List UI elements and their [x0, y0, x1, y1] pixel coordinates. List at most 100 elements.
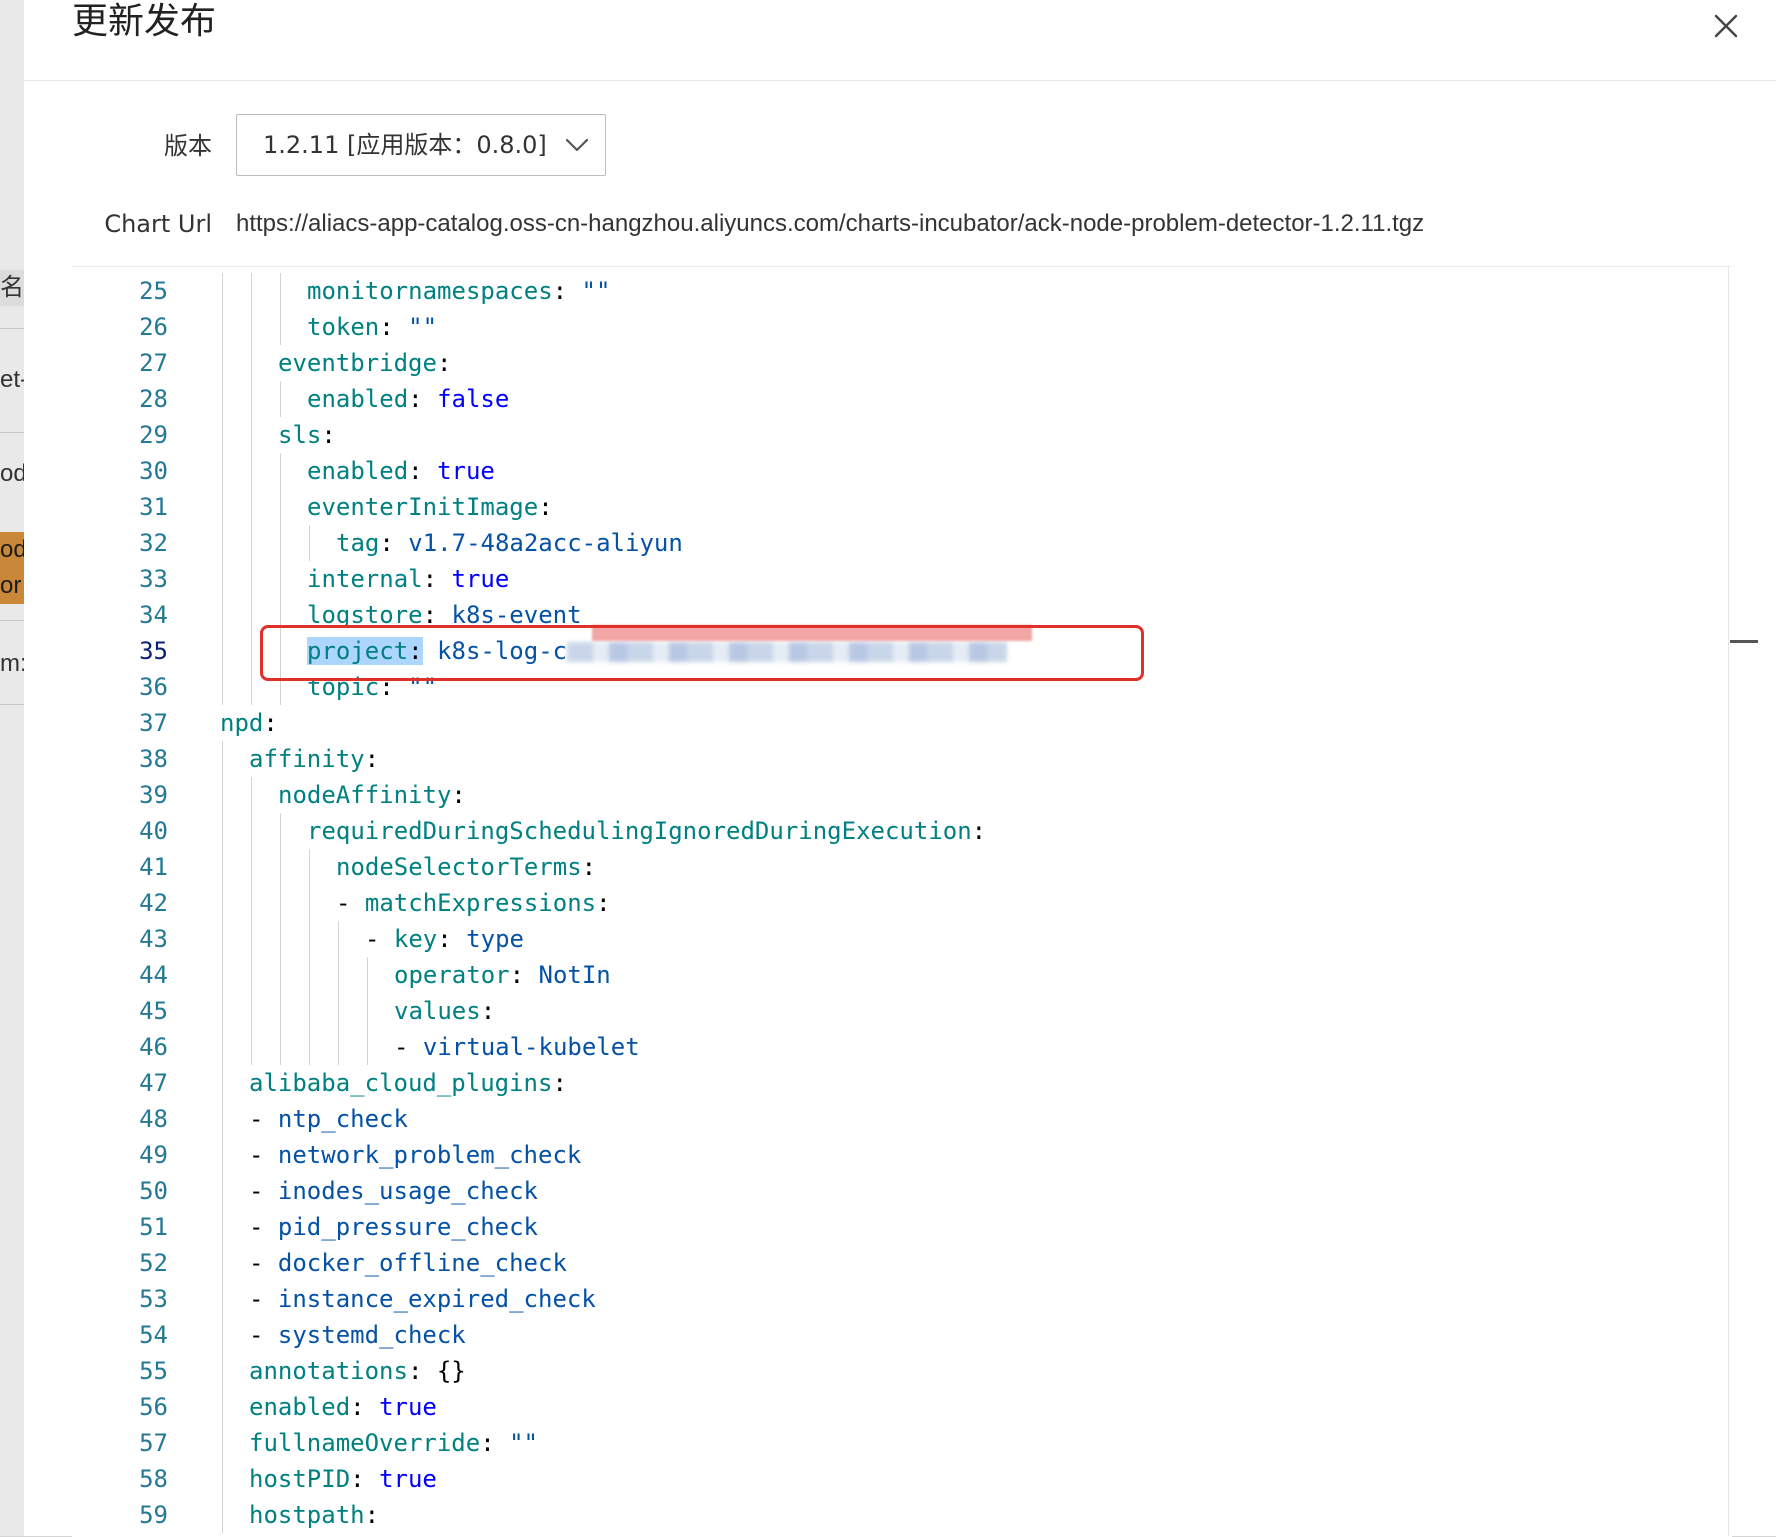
yaml-colon: : — [350, 1465, 365, 1493]
drawer-title: 更新发布 — [72, 1, 217, 42]
line-number: 27 — [139, 349, 168, 377]
indent-guide — [251, 417, 252, 453]
indent-guide — [251, 273, 252, 309]
code-line: - docker_offline_check — [249, 1245, 567, 1281]
line-number: 25 — [139, 277, 168, 305]
indent-guide — [251, 381, 252, 417]
yaml-value: true — [437, 457, 495, 485]
indent-guide — [222, 777, 223, 813]
yaml-key: nodeSelectorTerms — [336, 853, 582, 881]
code-line: alibaba_cloud_plugins: — [249, 1065, 567, 1101]
indent-guide — [367, 1029, 368, 1065]
yaml-colon: : — [379, 529, 394, 557]
code-line: values: — [394, 993, 495, 1029]
indent-guide — [251, 777, 252, 813]
code-area[interactable]: monitornamespaces: "" token: "" eventbridg… — [220, 267, 1720, 1537]
indent-guide — [309, 957, 310, 993]
yaml-key: matchExpressions — [364, 889, 597, 917]
indent-guide — [367, 957, 368, 993]
yaml-code-editor[interactable]: 25 26 27 28 29 30 31 32 33 34 35 36 37 38 39 40 41 42 43 44… — [72, 266, 1732, 1537]
close-button[interactable] — [1706, 6, 1746, 46]
yaml-key: tag — [336, 529, 380, 557]
line-number: 57 — [139, 1429, 168, 1457]
yaml-space — [524, 961, 538, 989]
line-number: 52 — [139, 1249, 168, 1277]
line-number: 53 — [139, 1285, 168, 1313]
yaml-space — [452, 925, 466, 953]
line-number: 26 — [139, 313, 168, 341]
code-line: - network_problem_check — [249, 1137, 581, 1173]
yaml-value: false — [437, 385, 510, 413]
code-line: - inodes_usage_check — [249, 1173, 538, 1209]
indent-guide — [251, 1029, 252, 1065]
yaml-value: true — [379, 1393, 437, 1421]
indent-guide — [222, 1173, 223, 1209]
version-select-value: 1.2.11 [应用版本：0.8.0] — [263, 131, 547, 159]
indent-guide — [280, 309, 281, 345]
yaml-value: "" — [408, 313, 438, 341]
version-label: 版本 — [164, 132, 212, 160]
code-line: eventbridge: — [278, 345, 451, 381]
indent-guide — [367, 993, 368, 1029]
yaml-colon: : — [263, 709, 278, 737]
code-line: annotations: {} — [249, 1353, 466, 1389]
indent-guide — [222, 525, 223, 561]
line-number: 30 — [139, 457, 168, 485]
code-line: - virtual-kubelet — [394, 1029, 640, 1065]
indent-guide — [222, 1353, 223, 1389]
yaml-value: inodes_usage_check — [277, 1177, 538, 1205]
line-number: 29 — [139, 421, 168, 449]
indent-guide — [251, 309, 252, 345]
indent-guide — [222, 633, 223, 669]
yaml-colon: : — [509, 961, 525, 989]
line-number: 43 — [139, 925, 168, 953]
indent-guide — [222, 1389, 223, 1425]
yaml-value: instance_expired_check — [277, 1285, 596, 1313]
line-number: 58 — [139, 1465, 168, 1493]
indent-guide — [309, 1029, 310, 1065]
drawer-header: 更新发布 — [24, 0, 1776, 81]
indent-guide — [222, 1137, 223, 1173]
line-number: 41 — [139, 853, 168, 881]
indent-guide — [280, 381, 281, 417]
indent-guide — [280, 993, 281, 1029]
indent-guide — [222, 849, 223, 885]
indent-guide — [280, 885, 281, 921]
yaml-key: npd — [220, 709, 264, 737]
indent-guide — [338, 957, 339, 993]
line-number: 36 — [139, 673, 168, 701]
yaml-dash: - — [249, 1105, 278, 1133]
indent-guide — [222, 273, 223, 309]
yaml-dash: - — [249, 1213, 278, 1241]
code-line: - key: type — [365, 921, 524, 957]
close-icon — [1714, 14, 1738, 38]
yaml-key: token — [307, 313, 380, 341]
yaml-colon: : — [480, 997, 496, 1025]
yaml-value: {} — [436, 1357, 466, 1385]
indent-guide — [280, 957, 281, 993]
indent-guide — [222, 993, 223, 1029]
line-number: 35 — [139, 637, 168, 665]
yaml-colon: : — [422, 565, 438, 593]
indent-guide — [309, 525, 310, 561]
indent-guide — [222, 597, 223, 633]
yaml-key: fullnameOverride — [249, 1429, 481, 1457]
yaml-colon: : — [451, 781, 466, 809]
indent-guide — [222, 885, 223, 921]
yaml-key: enabled — [307, 457, 409, 485]
yaml-key: hostPID — [249, 1465, 351, 1493]
yaml-value: pid_pressure_check — [277, 1213, 538, 1241]
indent-guide — [280, 273, 281, 309]
yaml-colon: : — [350, 1393, 365, 1421]
yaml-colon: : — [596, 889, 611, 917]
indent-guide — [251, 489, 252, 525]
indent-guide — [222, 417, 223, 453]
yaml-key: monitornamespaces — [307, 277, 553, 305]
version-select[interactable]: 1.2.11 [应用版本：0.8.0] — [236, 114, 606, 176]
code-line: sls: — [278, 417, 336, 453]
line-number: 32 — [139, 529, 168, 557]
code-line: nodeSelectorTerms: — [336, 849, 596, 885]
code-line: - pid_pressure_check — [249, 1209, 538, 1245]
yaml-key: enabled — [307, 385, 409, 413]
yaml-space — [394, 529, 408, 557]
